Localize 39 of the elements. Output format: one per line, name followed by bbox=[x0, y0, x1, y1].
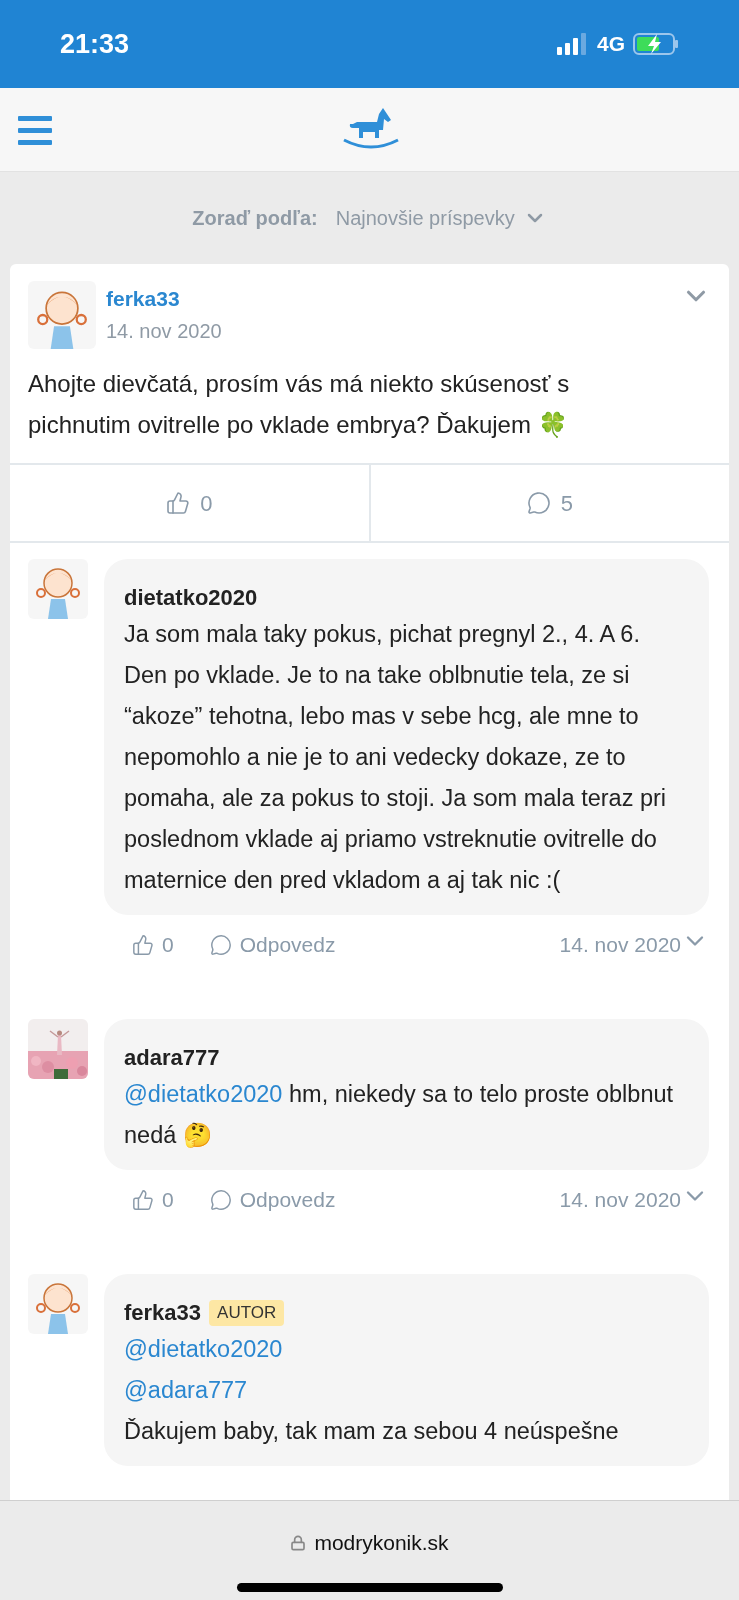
thumbs-up-icon bbox=[132, 934, 154, 956]
avatar-icon bbox=[28, 1274, 88, 1334]
clock: 21:33 bbox=[60, 27, 130, 61]
comment-author[interactable]: adara777 bbox=[124, 1041, 220, 1074]
speech-bubble-icon bbox=[209, 1189, 232, 1211]
like-button[interactable]: 0 bbox=[10, 465, 371, 541]
menu-icon[interactable] bbox=[18, 113, 54, 146]
comment-text: Ďakujem baby, tak mam za sebou 4 neúspešne bbox=[124, 1417, 620, 1446]
speech-bubble-icon bbox=[526, 491, 551, 515]
comment-date: 14. nov 2020 bbox=[559, 1187, 681, 1214]
speech-bubble-icon bbox=[209, 934, 232, 956]
signal-icon bbox=[557, 33, 589, 55]
mention-link[interactable]: @adara777 bbox=[124, 1377, 248, 1403]
post-author[interactable]: ferka33 bbox=[106, 283, 222, 315]
comment-author[interactable]: ferka33 bbox=[124, 1296, 202, 1329]
post-date: 14. nov 2020 bbox=[106, 319, 222, 344]
post-text: Ahojte dievčatá, prosím vás má niekto skúsenosť s pichnutim ovitrelle po vklade embrya? Ďakujem 🍀 bbox=[27, 369, 571, 440]
comment-date: 14. nov 2020 bbox=[559, 932, 681, 959]
thumbs-up-icon bbox=[166, 491, 191, 515]
like-button[interactable]: 0 bbox=[132, 1184, 174, 1216]
comment-author[interactable]: dietatko2020 bbox=[124, 581, 258, 614]
url-text[interactable]: modrykonik.sk bbox=[314, 1527, 449, 1559]
sort-dropdown[interactable]: Najnovšie príspevky bbox=[335, 203, 547, 233]
thumbs-up-icon bbox=[132, 1189, 154, 1211]
comments-button[interactable]: 5 bbox=[370, 465, 729, 541]
like-button[interactable]: 0 bbox=[132, 929, 174, 961]
reply-button[interactable]: Odpovedz bbox=[209, 1184, 336, 1216]
battery-icon bbox=[633, 32, 679, 56]
mention-link[interactable]: @dietatko2020 bbox=[124, 1081, 283, 1107]
author-badge: AUTOR bbox=[209, 1299, 285, 1326]
avatar-icon bbox=[28, 559, 88, 619]
comment-text: Ja som mala taky pokus, pichat pregnyl 2., 4. A 6. Den po vklade. Je to na take oblbnutie tela, ze si “akoze” tehotna, lebo mas v sebe hcg, ale mne to nepomohlo a nie je to ani vedecky dokaze, ze to pomaha, ale za pokus to stoji. Ja som mala teraz pri poslednom vklade aj priamo vstreknutie ovitrelle do maternice den pred vkladom a aj tak nic :( bbox=[124, 620, 668, 895]
mention-link[interactable]: @dietatko2020 bbox=[124, 1336, 283, 1362]
network-label: 4G bbox=[597, 31, 625, 58]
comment-text: @dietatko2020 hm, niekedy sa to telo proste oblbnut nedá 🤔 bbox=[124, 1080, 675, 1150]
avatar-icon bbox=[28, 281, 96, 349]
reply-button[interactable]: Odpovedz bbox=[209, 929, 336, 961]
sort-label: Zoraď podľa: bbox=[192, 206, 318, 231]
lock-icon bbox=[290, 1533, 307, 1552]
